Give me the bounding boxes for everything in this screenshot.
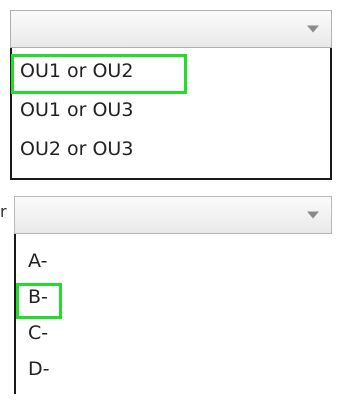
dropdown-1-option-2-label: OU1 or OU3 [20,99,134,121]
chevron-down-icon [307,211,319,219]
dropdown-2-option-1-label: A- [28,250,48,272]
dropdown-1-option-3[interactable]: OU2 or OU3 [12,134,330,170]
dropdown-2-option-1[interactable]: A- [16,242,332,276]
dropdown-1-option-2[interactable]: OU1 or OU3 [12,95,330,131]
dropdown-2-option-4-label: D- [28,358,50,380]
dropdown-1-select[interactable] [10,10,332,48]
dropdown-2-option-3-label: C- [28,322,49,344]
dropdown-2-highlight-box [16,283,62,319]
dropdown-2-select[interactable] [14,196,332,234]
dropdown-2-option-2[interactable]: B- [16,280,332,314]
dropdown-answers-canvas: OU1 or OU2 OU1 or OU3 OU2 or OU3 r A- B-… [0,0,343,403]
dropdown-2-option-4[interactable]: D- [16,350,332,384]
chevron-down-icon [307,25,319,33]
dropdown-1-option-3-label: OU2 or OU3 [20,138,134,160]
dropdown-2-prefix-char: r [0,202,7,221]
dropdown-1-highlight-box [11,54,187,94]
dropdown-2-option-3[interactable]: C- [16,316,332,350]
